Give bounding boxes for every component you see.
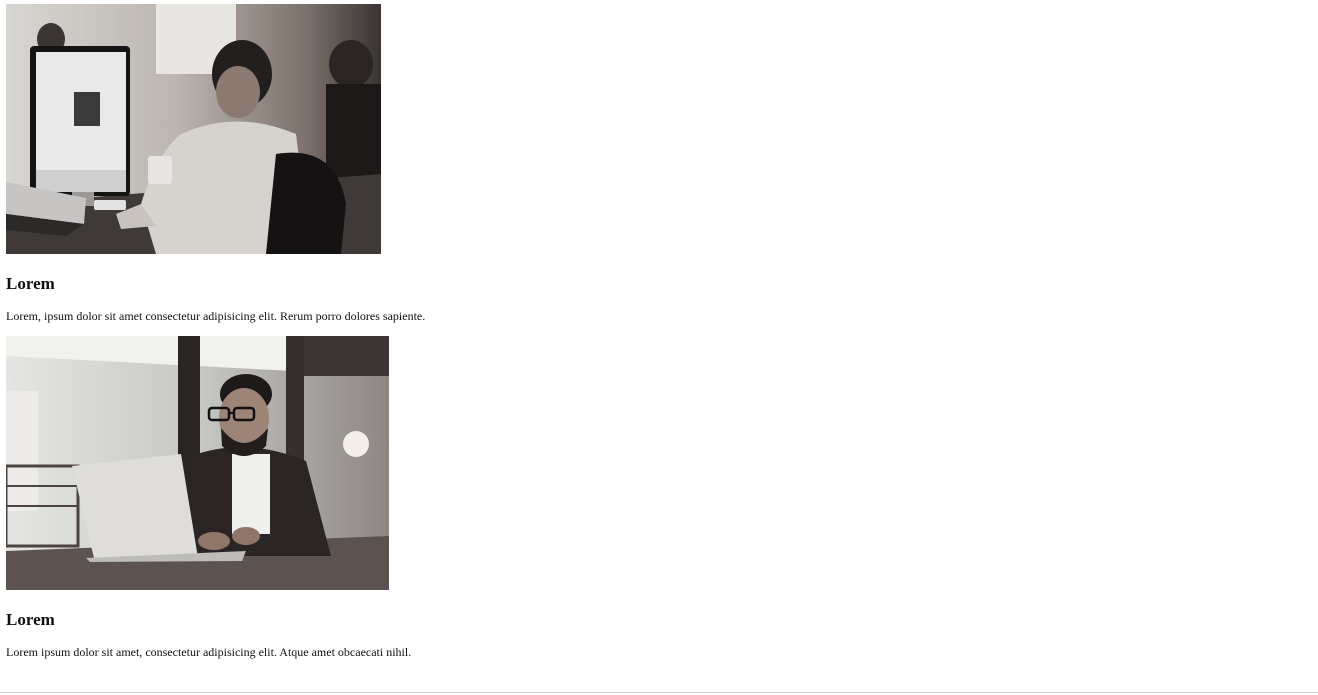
card-2: Lorem Lorem ipsum dolor sit amet, consec…: [6, 336, 411, 659]
card-title: Lorem: [6, 610, 55, 629]
card-image: [6, 4, 381, 254]
footer-divider: [0, 692, 1318, 693]
page: Lorem Lorem, ipsum dolor sit amet consec…: [0, 0, 1318, 695]
card-1: Lorem Lorem, ipsum dolor sit amet consec…: [6, 4, 425, 323]
card-title: Lorem: [6, 274, 55, 293]
card-description: Lorem, ipsum dolor sit amet consectetur …: [6, 309, 426, 323]
laptop-photo: [6, 336, 389, 590]
office-photo: [6, 4, 381, 254]
card-description: Lorem ipsum dolor sit amet, consectetur …: [6, 645, 412, 659]
card-image: [6, 336, 389, 590]
